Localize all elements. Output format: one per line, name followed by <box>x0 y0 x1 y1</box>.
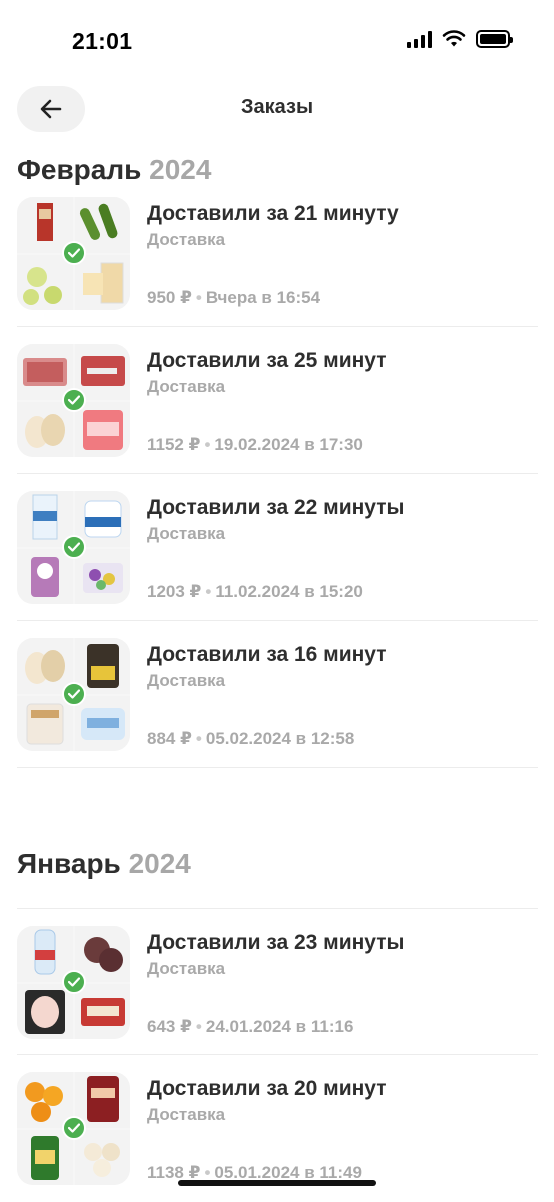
product-image <box>17 254 73 310</box>
order-price: 950 ₽ <box>147 288 192 307</box>
order-meta: 950 ₽ • Вчера в 16:54 <box>147 288 320 308</box>
order-type: Доставка <box>147 1105 226 1124</box>
order-title: Доставили за 25 минут <box>147 349 387 372</box>
separator-dot: • <box>195 288 202 307</box>
order-item[interactable]: Доставили за 16 минут Доставка 884 ₽ • 05.… <box>17 621 538 768</box>
header: Заказы <box>0 84 554 134</box>
order-date: Вчера в 16:54 <box>205 288 321 307</box>
checkmark-icon <box>62 388 86 412</box>
month-heading-january: Январь 2024 <box>17 848 191 880</box>
order-title: Доставили за 23 минуты <box>147 931 405 954</box>
order-title: Доставили за 16 минут <box>147 643 387 666</box>
product-image <box>74 548 130 604</box>
order-meta: 643 ₽ • 24.01.2024 в 11:16 <box>147 1017 353 1037</box>
product-image <box>74 983 130 1039</box>
order-date: 05.02.2024 в 12:58 <box>205 729 355 748</box>
month-name: Январь <box>17 848 121 879</box>
page-title: Заказы <box>240 96 314 118</box>
battery-icon <box>476 30 513 48</box>
status-bar: 21:01 <box>0 0 554 80</box>
order-item[interactable]: Доставили за 23 минуты Доставка 643 ₽ • 24… <box>17 908 538 1055</box>
order-item[interactable]: Доставили за 22 минуты Доставка 1203 ₽ • 1… <box>17 474 538 621</box>
order-title: Доставили за 22 минуты <box>147 496 405 519</box>
order-date: 11.02.2024 в 15:20 <box>215 582 363 601</box>
product-image <box>74 254 130 310</box>
order-meta: 1152 ₽ • 19.02.2024 в 17:30 <box>147 435 363 455</box>
product-image <box>17 695 73 751</box>
order-price: 643 ₽ <box>147 1017 192 1036</box>
order-item[interactable]: Доставили за 21 минуту Доставка 950 ₽ • Вч… <box>17 180 538 327</box>
order-item[interactable]: Доставили за 25 минут Доставка 1152 ₽ • 19… <box>17 327 538 474</box>
checkmark-icon <box>62 535 86 559</box>
separator-dot: • <box>195 729 202 748</box>
checkmark-icon <box>62 970 86 994</box>
order-meta: 884 ₽ • 05.02.2024 в 12:58 <box>147 729 354 749</box>
product-image <box>17 401 73 457</box>
status-time: 21:01 <box>72 28 133 54</box>
order-price: 1203 ₽ <box>147 582 202 601</box>
month-year: 2024 <box>128 848 191 879</box>
order-title: Доставили за 21 минуту <box>147 202 399 225</box>
signal-icon <box>407 30 432 48</box>
separator-dot: • <box>204 435 211 454</box>
order-date: 19.02.2024 в 17:30 <box>214 435 363 454</box>
order-type: Доставка <box>147 377 226 396</box>
home-indicator[interactable] <box>178 1180 376 1186</box>
order-type: Доставка <box>147 230 226 249</box>
checkmark-icon <box>62 1116 86 1140</box>
product-image <box>74 401 130 457</box>
order-date: 24.01.2024 в 11:16 <box>205 1017 354 1036</box>
order-type: Доставка <box>147 959 226 978</box>
separator-dot: • <box>195 1017 202 1036</box>
order-price: 1152 ₽ <box>147 435 201 454</box>
separator-dot: • <box>205 582 212 601</box>
order-type: Доставка <box>147 671 226 690</box>
product-image <box>17 548 73 604</box>
product-image <box>74 1129 130 1185</box>
product-image <box>17 983 73 1039</box>
order-type: Доставка <box>147 524 226 543</box>
order-title: Доставили за 20 минут <box>147 1077 387 1100</box>
order-meta: 1203 ₽ • 11.02.2024 в 15:20 <box>147 582 363 602</box>
status-icons <box>407 30 513 48</box>
order-price: 884 ₽ <box>147 729 192 748</box>
wifi-icon <box>442 30 466 47</box>
product-image <box>17 1129 73 1185</box>
checkmark-icon <box>62 682 86 706</box>
checkmark-icon <box>62 241 86 265</box>
product-image <box>74 695 130 751</box>
